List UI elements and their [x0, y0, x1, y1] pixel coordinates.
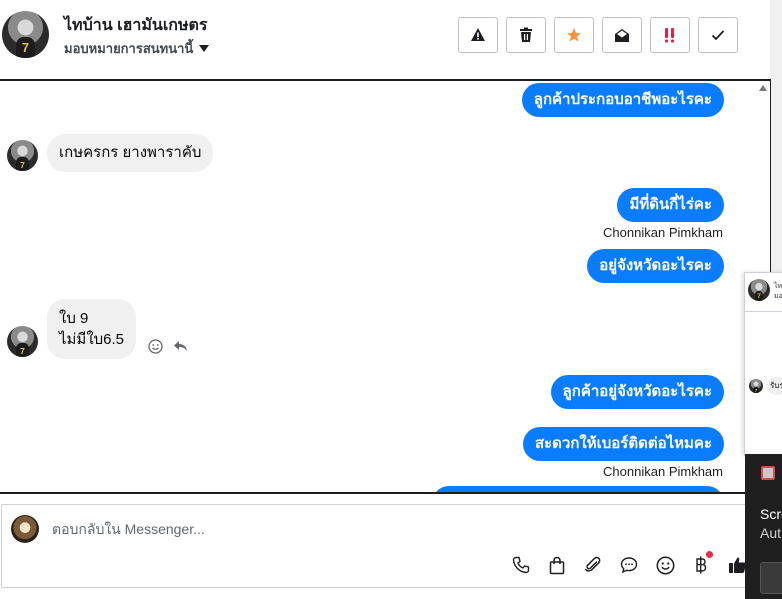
- star-icon: [567, 28, 581, 42]
- shopping-bag-icon: [549, 556, 565, 574]
- spam-button[interactable]: [458, 17, 498, 53]
- phone-icon: [512, 556, 530, 574]
- reply-composer: [1, 504, 749, 588]
- notification-dot: [706, 551, 713, 558]
- popup-avatar: [748, 279, 770, 301]
- message-thread[interactable]: ลูกค้าประกอบอาชีพอะไรคะ เกษครกร ยางพาราค…: [0, 79, 771, 494]
- payment-button[interactable]: [689, 551, 713, 577]
- saved-replies-button[interactable]: [617, 553, 641, 577]
- message-outgoing[interactable]: อยู่จังหวัดอะไรคะ: [587, 249, 724, 283]
- toast-subtitle: Aut: [760, 525, 782, 541]
- message-outgoing[interactable]: มีที่ดินกี่ไร่คะ: [617, 188, 724, 222]
- popup-message-avatar: [749, 379, 763, 393]
- smiley-icon: [656, 556, 674, 574]
- contact-name[interactable]: ไทบ้าน เฮามันเกษตร: [64, 13, 208, 38]
- message-outgoing[interactable]: สะดวกให้เบอร์ติดต่อไหมคะ: [522, 427, 724, 461]
- message-incoming[interactable]: เกษครกร ยางพาราคับ: [47, 134, 214, 172]
- open-envelope-icon: [615, 28, 629, 42]
- attach-button[interactable]: [581, 553, 605, 577]
- delete-button[interactable]: [506, 17, 546, 53]
- important-button[interactable]: [650, 17, 690, 53]
- sender-avatar: [7, 140, 38, 171]
- conversation-toolbar: [458, 17, 738, 53]
- assign-conversation-dropdown[interactable]: มอบหมายการสนทนานี้: [64, 38, 210, 59]
- baht-icon: [696, 556, 707, 574]
- snipping-tool-icon: [761, 466, 775, 480]
- toast-action-button[interactable]: [760, 562, 782, 594]
- thumbs-up-icon: [728, 557, 746, 573]
- page-avatar: [11, 515, 39, 543]
- popup-divider: [745, 311, 782, 312]
- message-line: ใบ 9: [59, 310, 89, 327]
- caret-down-icon: [199, 45, 210, 52]
- emoji-button[interactable]: [653, 553, 677, 577]
- done-button[interactable]: [698, 17, 738, 53]
- contact-avatar[interactable]: [2, 11, 49, 58]
- checkmark-icon: [711, 30, 725, 41]
- popup-message[interactable]: รับร: [767, 377, 782, 395]
- star-button[interactable]: [554, 17, 594, 53]
- reply-icon[interactable]: [173, 339, 188, 353]
- window-edge: [770, 0, 782, 272]
- warning-icon: [471, 28, 485, 41]
- message-outgoing-partial[interactable]: [432, 486, 724, 492]
- conversation-header: ไทบ้าน เฮามันเกษตร มอบหมายการสนทนานี้: [0, 0, 770, 78]
- chat-bubble-icon: [620, 557, 638, 574]
- scroll-up-arrow-icon[interactable]: [759, 85, 767, 91]
- secondary-chat-popup[interactable]: ไท มอ รับร: [744, 272, 782, 456]
- exclamation-icon: [665, 28, 674, 43]
- react-emoji-icon[interactable]: [148, 339, 163, 354]
- paperclip-icon: [585, 556, 601, 572]
- call-button[interactable]: [509, 553, 533, 577]
- composer-tools: [509, 551, 749, 577]
- shop-button[interactable]: [545, 553, 569, 577]
- toast-title: Scre: [760, 506, 782, 522]
- message-outgoing[interactable]: ลูกค้าอยู่จังหวัดอะไรคะ: [550, 375, 724, 409]
- sender-name: Chonnikan Pimkham: [603, 225, 723, 240]
- popup-subtitle-snippet: มอ: [774, 293, 782, 300]
- message-line: ไม่มีใบ6.5: [59, 331, 125, 348]
- assign-conversation-label: มอบหมายการสนทนานี้: [64, 41, 194, 56]
- mark-unread-button[interactable]: [602, 17, 642, 53]
- message-outgoing[interactable]: ลูกค้าประกอบอาชีพอะไรคะ: [521, 83, 724, 117]
- trash-icon: [520, 27, 532, 42]
- reply-input[interactable]: [50, 515, 710, 543]
- message-incoming[interactable]: ใบ 9 ไม่มีใบ6.5: [47, 299, 137, 359]
- sender-name: Chonnikan Pimkham: [603, 464, 723, 479]
- system-notification-toast[interactable]: Scre Aut: [745, 454, 782, 599]
- sender-avatar: [7, 326, 38, 357]
